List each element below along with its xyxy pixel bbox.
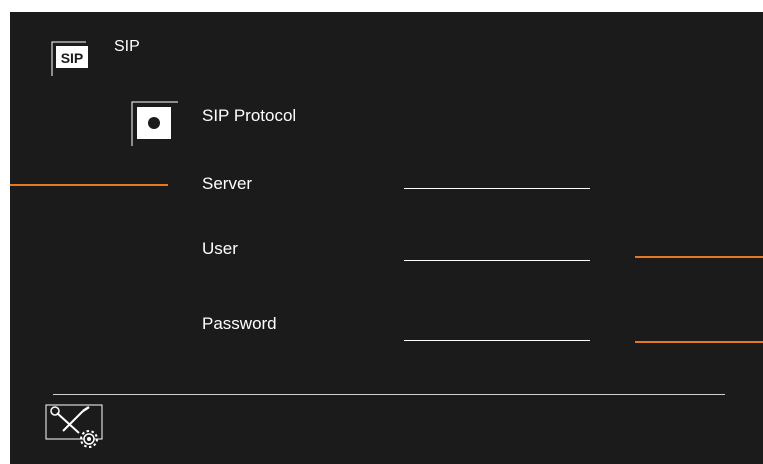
server-input[interactable]	[404, 170, 590, 189]
sip-protocol-label: SIP Protocol	[202, 106, 297, 125]
server-label: Server	[202, 174, 253, 193]
sip-icon-text: SIP	[61, 50, 84, 66]
password-input[interactable]	[404, 322, 590, 341]
radio-selected-dot	[148, 117, 160, 129]
callout-line-password	[635, 341, 763, 343]
footer-divider	[53, 394, 725, 395]
user-input[interactable]	[404, 242, 590, 261]
sip-settings-screen: SIP SIP SIP Protocol Server User Passwor…	[10, 12, 763, 464]
sip-protocol-toggle[interactable]	[130, 100, 180, 148]
password-label: Password	[202, 314, 277, 333]
tools-settings-icon[interactable]	[43, 403, 115, 449]
callout-line-user	[635, 256, 763, 258]
user-label: User	[202, 239, 238, 258]
sip-icon: SIP	[50, 40, 90, 78]
callout-line-server	[10, 184, 168, 186]
page-title: SIP	[114, 38, 140, 55]
